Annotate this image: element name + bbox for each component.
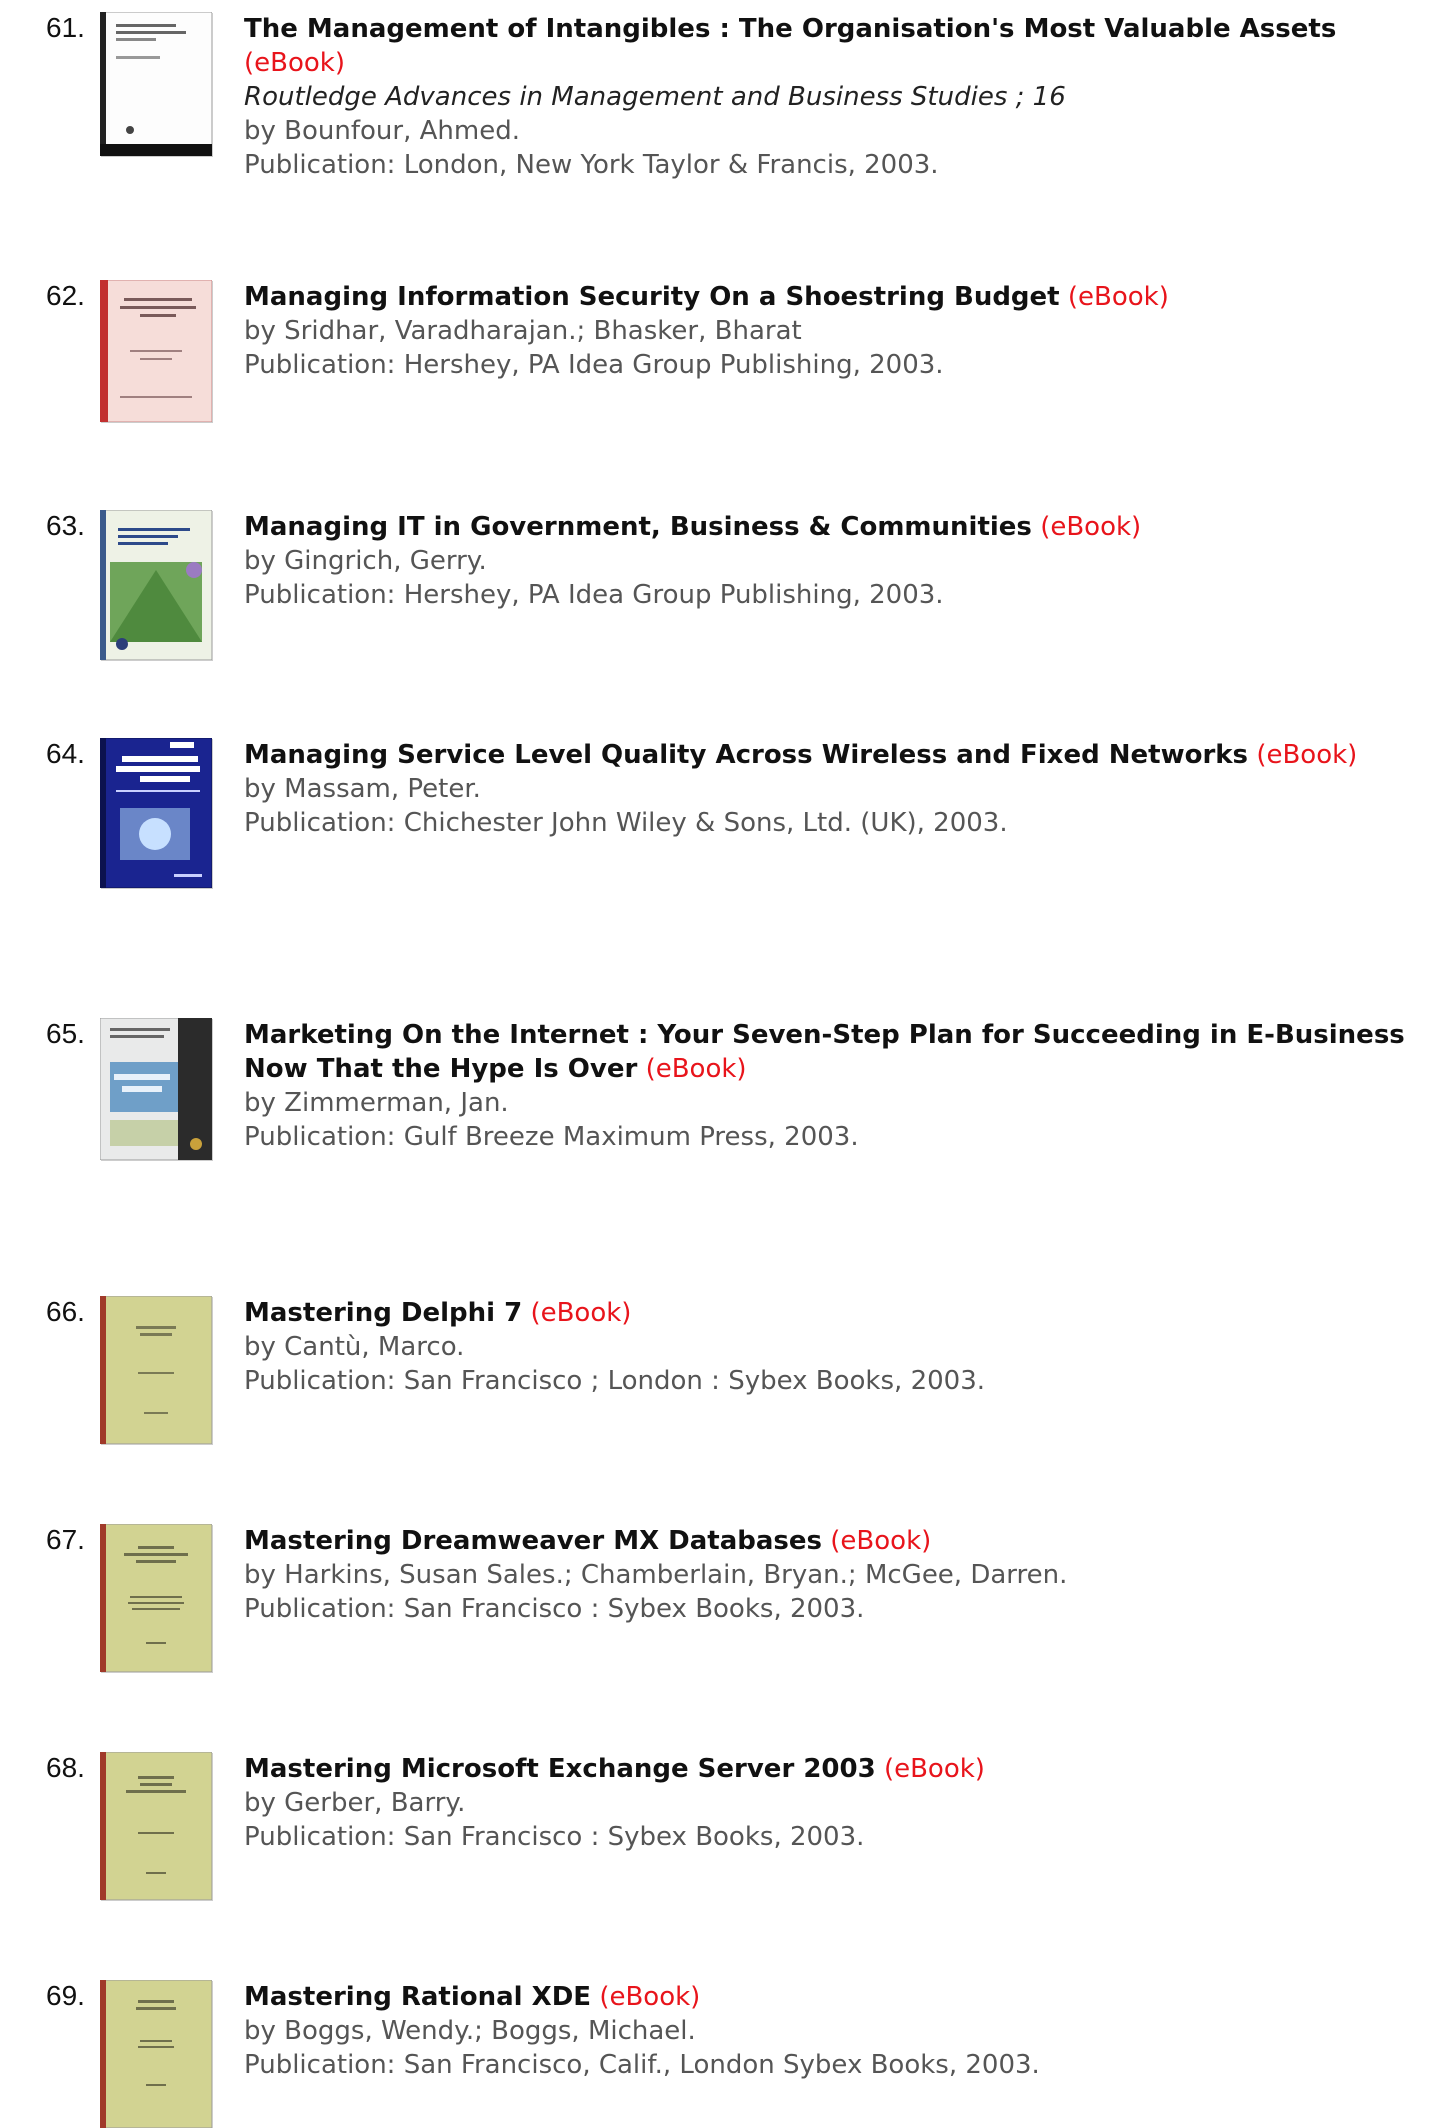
book-title-link[interactable]: Managing IT in Government, Business & Co… — [244, 512, 1032, 542]
result-number: 63. — [46, 510, 85, 541]
book-cover-image[interactable] — [100, 12, 212, 156]
book-title-link[interactable]: Mastering Microsoft Exchange Server 2003 — [244, 1754, 876, 1784]
result-number: 67. — [46, 1524, 85, 1555]
author-line: by Sridhar, Varadharajan.; Bhasker, Bhar… — [244, 316, 802, 346]
result-details: Mastering Rational XDE (eBook) by Boggs,… — [244, 1980, 1434, 2082]
ebook-format-link[interactable]: (eBook) — [830, 1526, 931, 1556]
ebook-format-link[interactable]: (eBook) — [1068, 282, 1169, 312]
book-title-link[interactable]: The Management of Intangibles : The Orga… — [244, 14, 1336, 44]
ebook-format-link[interactable]: (eBook) — [244, 48, 345, 78]
book-cover-image[interactable] — [100, 1018, 212, 1160]
author-line: by Cantù, Marco. — [244, 1332, 465, 1362]
result-number: 62. — [46, 280, 85, 311]
book-title-link[interactable]: Marketing On the Internet : Your Seven-S… — [244, 1020, 1405, 1084]
author-line: by Bounfour, Ahmed. — [244, 116, 520, 146]
publication-line: Publication: San Francisco : Sybex Books… — [244, 1822, 865, 1852]
book-title-link[interactable]: Mastering Delphi 7 — [244, 1298, 522, 1328]
result-number: 65. — [46, 1018, 85, 1049]
book-cover-art — [100, 1018, 212, 1160]
book-cover-art — [100, 1980, 212, 2128]
book-cover-art — [100, 1752, 212, 1900]
publication-line: Publication: Gulf Breeze Maximum Press, … — [244, 1122, 859, 1152]
book-cover-art — [100, 1524, 212, 1672]
book-cover-art — [100, 1296, 212, 1444]
book-cover-image[interactable] — [100, 510, 212, 660]
book-cover-art — [100, 738, 212, 888]
publication-line: Publication: San Francisco ; London : Sy… — [244, 1366, 985, 1396]
author-line: by Massam, Peter. — [244, 774, 481, 804]
book-cover-image[interactable] — [100, 1524, 212, 1672]
result-details: Managing IT in Government, Business & Co… — [244, 510, 1434, 612]
result-details: Mastering Microsoft Exchange Server 2003… — [244, 1752, 1434, 1854]
result-number: 69. — [46, 1980, 85, 2011]
book-cover-art — [100, 12, 212, 156]
ebook-format-link[interactable]: (eBook) — [884, 1754, 985, 1784]
result-details: The Management of Intangibles : The Orga… — [244, 12, 1434, 182]
book-title-link[interactable]: Managing Information Security On a Shoes… — [244, 282, 1060, 312]
result-number: 64. — [46, 738, 85, 769]
book-cover-image[interactable] — [100, 1296, 212, 1444]
publication-line: Publication: San Francisco : Sybex Books… — [244, 1594, 865, 1624]
book-cover-image[interactable] — [100, 1752, 212, 1900]
publication-line: Publication: London, New York Taylor & F… — [244, 150, 939, 180]
result-details: Managing Service Level Quality Across Wi… — [244, 738, 1434, 840]
result-details: Mastering Delphi 7 (eBook) by Cantù, Mar… — [244, 1296, 1434, 1398]
book-cover-image[interactable] — [100, 738, 212, 888]
book-cover-art — [100, 280, 212, 422]
book-title-link[interactable]: Mastering Rational XDE — [244, 1982, 591, 2012]
book-title-link[interactable]: Mastering Dreamweaver MX Databases — [244, 1526, 822, 1556]
publication-line: Publication: San Francisco, Calif., Lond… — [244, 2050, 1040, 2080]
publication-line: Publication: Hershey, PA Idea Group Publ… — [244, 350, 944, 380]
ebook-format-link[interactable]: (eBook) — [530, 1298, 631, 1328]
result-number: 68. — [46, 1752, 85, 1783]
book-cover-art — [100, 510, 212, 660]
result-number: 66. — [46, 1296, 85, 1327]
ebook-format-link[interactable]: (eBook) — [646, 1054, 747, 1084]
series-link[interactable]: Routledge Advances in Management and Bus… — [244, 80, 1434, 114]
result-details: Managing Information Security On a Shoes… — [244, 280, 1434, 382]
author-line: by Zimmerman, Jan. — [244, 1088, 509, 1118]
ebook-format-link[interactable]: (eBook) — [1040, 512, 1141, 542]
author-line: by Harkins, Susan Sales.; Chamberlain, B… — [244, 1560, 1068, 1590]
result-details: Marketing On the Internet : Your Seven-S… — [244, 1018, 1434, 1154]
author-line: by Gerber, Barry. — [244, 1788, 466, 1818]
result-number: 61. — [46, 12, 85, 43]
book-cover-image[interactable] — [100, 280, 212, 422]
author-line: by Gingrich, Gerry. — [244, 546, 487, 576]
book-title-link[interactable]: Managing Service Level Quality Across Wi… — [244, 740, 1248, 770]
author-line: by Boggs, Wendy.; Boggs, Michael. — [244, 2016, 696, 2046]
ebook-format-link[interactable]: (eBook) — [1256, 740, 1357, 770]
result-details: Mastering Dreamweaver MX Databases (eBoo… — [244, 1524, 1434, 1626]
publication-line: Publication: Hershey, PA Idea Group Publ… — [244, 580, 944, 610]
book-cover-image[interactable] — [100, 1980, 212, 2128]
publication-line: Publication: Chichester John Wiley & Son… — [244, 808, 1008, 838]
ebook-format-link[interactable]: (eBook) — [599, 1982, 700, 2012]
